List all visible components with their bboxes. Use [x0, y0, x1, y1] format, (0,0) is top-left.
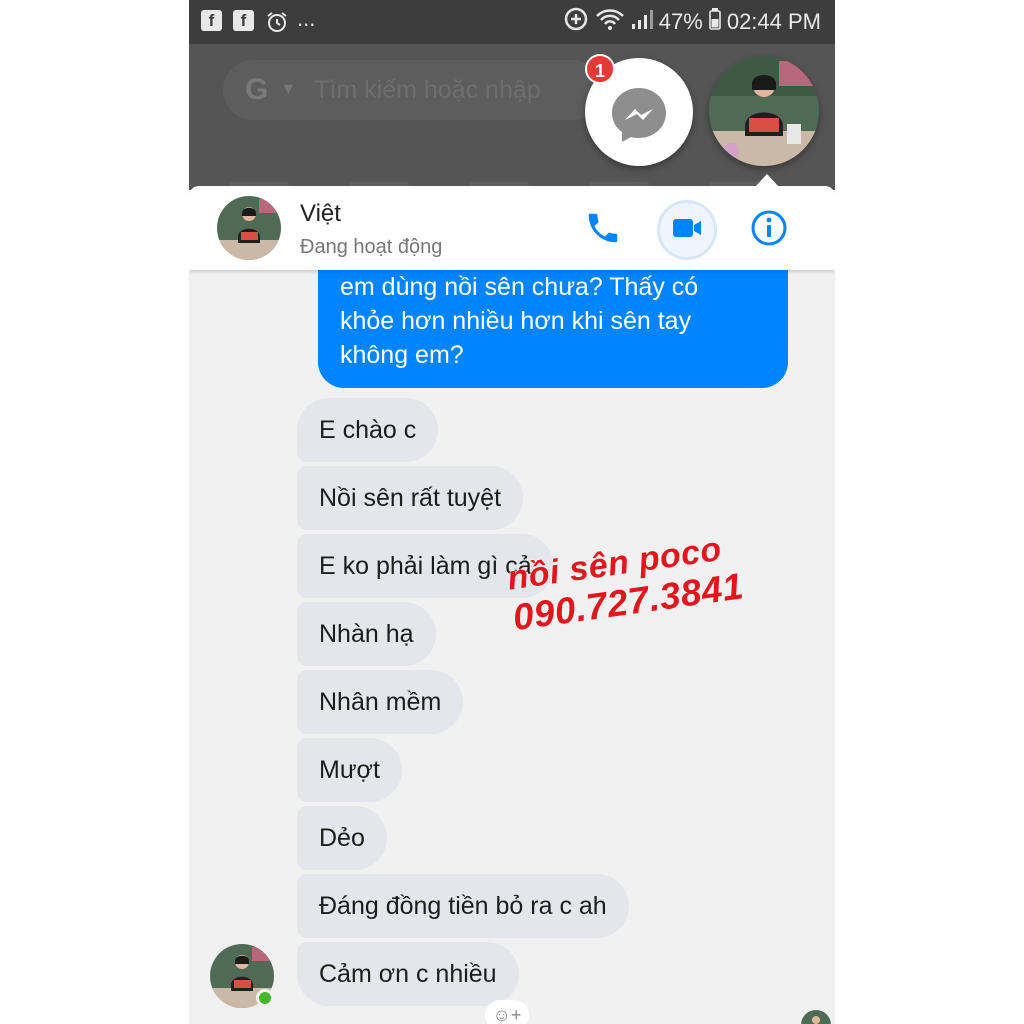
video-call-button[interactable] — [665, 206, 709, 250]
sent-message-line: không em? — [340, 341, 464, 369]
chevron-down-icon[interactable]: ▼ — [280, 81, 296, 99]
received-message[interactable]: Đáng đồng tiền bỏ ra c ah — [297, 874, 629, 938]
phone-icon — [588, 213, 618, 243]
info-icon — [751, 210, 787, 246]
received-message[interactable]: E chào c — [297, 398, 439, 462]
google-icon: G — [245, 73, 269, 106]
alarm-icon — [265, 10, 289, 32]
search-input[interactable]: Tìm kiếm hoặc nhập — [314, 76, 541, 105]
conversation-header: Việt Đang hoạt động — [189, 186, 835, 270]
more-notifications: ... — [297, 6, 316, 31]
facebook-icon: f — [201, 10, 222, 31]
status-bar: f f ... 47% 02:44 PM — [189, 0, 835, 44]
contact-chat-head[interactable] — [709, 56, 819, 166]
facebook-icon: f — [233, 10, 254, 31]
add-reaction-icon[interactable]: ☺+ — [485, 1000, 529, 1024]
clock: 02:44 PM — [726, 9, 821, 34]
battery-percent: 47% — [658, 9, 703, 34]
battery-icon — [709, 8, 721, 36]
online-status-dot — [256, 989, 274, 1007]
contact-name: Việt — [300, 200, 341, 227]
sent-message-line: em dùng nồi sên chưa? Thấy có — [340, 273, 699, 301]
call-button[interactable] — [581, 206, 625, 250]
signal-icon — [631, 8, 653, 36]
header-pointer — [755, 174, 779, 187]
received-message[interactable]: Mượt — [297, 738, 402, 802]
message-list: em dùng nồi sên chưa? Thấy có khỏe hơn n… — [189, 240, 835, 1024]
info-button[interactable] — [747, 206, 791, 250]
unread-badge: 1 — [585, 54, 615, 84]
phone-screen: f f ... 47% 02:44 PM G ▼ Tìm kiếm hoặc n… — [189, 0, 835, 1024]
search-bar[interactable]: G ▼ Tìm kiếm hoặc nhập — [223, 60, 603, 120]
sent-message-line: khỏe hơn nhiều hơn khi sên tay — [340, 307, 692, 335]
received-message[interactable]: Nhàn hạ — [297, 602, 436, 666]
video-icon — [673, 219, 701, 237]
status-right: 47% 02:44 PM — [563, 6, 821, 38]
received-message[interactable]: Nhân mềm — [297, 670, 464, 734]
seen-indicator-avatar — [801, 1010, 831, 1024]
wifi-icon — [595, 7, 625, 37]
received-message[interactable]: Nồi sên rất tuyệt — [297, 466, 524, 530]
received-message[interactable]: Cảm ơn c nhiều — [297, 942, 519, 1006]
data-saver-icon — [563, 6, 589, 38]
avatar[interactable] — [217, 196, 281, 260]
contact-photo — [709, 56, 819, 166]
active-status: Đang hoạt động — [300, 236, 443, 258]
received-message[interactable]: Dẻo — [297, 806, 387, 870]
